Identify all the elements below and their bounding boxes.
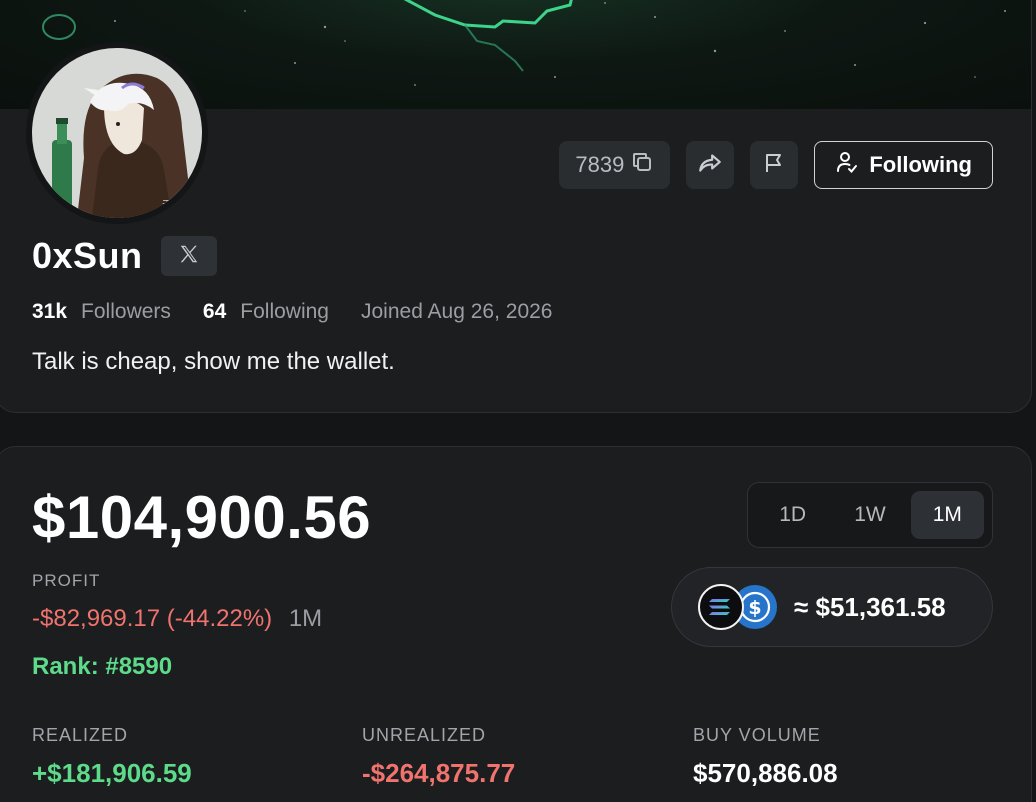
metric-unrealized: UNREALIZED -$264,875.77 bbox=[362, 725, 515, 789]
metric-label: REALIZED bbox=[32, 725, 129, 745]
period-1m-button[interactable]: 1M bbox=[910, 491, 984, 539]
profit-period: 1M bbox=[288, 605, 323, 632]
period-selector: 1D 1W 1M bbox=[747, 482, 993, 548]
token-icons: $ bbox=[698, 584, 778, 630]
report-button[interactable] bbox=[750, 141, 799, 189]
profile-actions: 7839 Following bbox=[559, 141, 993, 189]
following-button[interactable]: Following bbox=[814, 141, 993, 189]
metric-label: BUY VOLUME bbox=[693, 725, 821, 745]
metric-value: -$264,875.77 bbox=[362, 758, 516, 788]
followers-label[interactable]: Followers bbox=[81, 300, 171, 324]
share-button[interactable] bbox=[686, 141, 735, 189]
avatar-image: 天 bbox=[32, 48, 202, 218]
following-label[interactable]: Following bbox=[240, 300, 329, 324]
svg-text:$: $ bbox=[748, 597, 761, 619]
x-profile-link[interactable] bbox=[160, 236, 217, 276]
period-1w-button[interactable]: 1W bbox=[833, 491, 906, 539]
avatar[interactable]: 天 bbox=[26, 42, 208, 224]
profile-code: 7839 bbox=[575, 152, 625, 177]
user-check-icon bbox=[835, 150, 859, 180]
followers-count[interactable]: 31k bbox=[32, 300, 67, 324]
svg-text:天: 天 bbox=[162, 200, 172, 211]
metric-value: $570,886.08 bbox=[693, 758, 838, 788]
copy-icon bbox=[630, 150, 654, 180]
metric-label: UNREALIZED bbox=[362, 725, 487, 745]
metric-buy-volume: BUY VOLUME $570,886.08 bbox=[693, 725, 838, 789]
name-row: 0xSun bbox=[32, 235, 217, 277]
token-value-pill[interactable]: $ ≈ $51,361.58 bbox=[671, 567, 993, 647]
portfolio-balance: $104,900.56 bbox=[32, 484, 372, 551]
share-icon bbox=[697, 150, 723, 181]
profit-value: -$82,969.17 (-44.22%) bbox=[32, 605, 273, 632]
profit-row: -$82,969.17 (-44.22%) 1M bbox=[32, 605, 322, 633]
copy-code-button[interactable]: 7839 bbox=[559, 141, 671, 189]
portfolio-card: $104,900.56 PROFIT -$82,969.17 (-44.22%)… bbox=[0, 446, 1032, 802]
flag-icon bbox=[762, 151, 786, 180]
period-1d-button[interactable]: 1D bbox=[756, 491, 829, 539]
follow-stats: 31k Followers 64 Following Joined Aug 26… bbox=[32, 300, 553, 324]
solana-icon bbox=[698, 584, 744, 630]
following-button-label: Following bbox=[869, 152, 972, 177]
username: 0xSun bbox=[32, 235, 143, 276]
following-count[interactable]: 64 bbox=[203, 300, 226, 324]
joined-date: Joined Aug 26, 2026 bbox=[360, 300, 553, 323]
metric-value: +$181,906.59 bbox=[32, 758, 192, 788]
token-value: ≈ $51,361.58 bbox=[794, 591, 946, 622]
profit-label: PROFIT bbox=[32, 571, 101, 590]
profile-bio: Talk is cheap, show me the wallet. bbox=[32, 348, 395, 375]
x-logo-icon bbox=[178, 243, 200, 270]
rank-label: Rank: #8590 bbox=[32, 653, 173, 680]
metric-realized: REALIZED +$181,906.59 bbox=[32, 725, 192, 789]
profile-card: 天 7839 Following 0xSun 31k Followers 64 … bbox=[0, 0, 1032, 413]
